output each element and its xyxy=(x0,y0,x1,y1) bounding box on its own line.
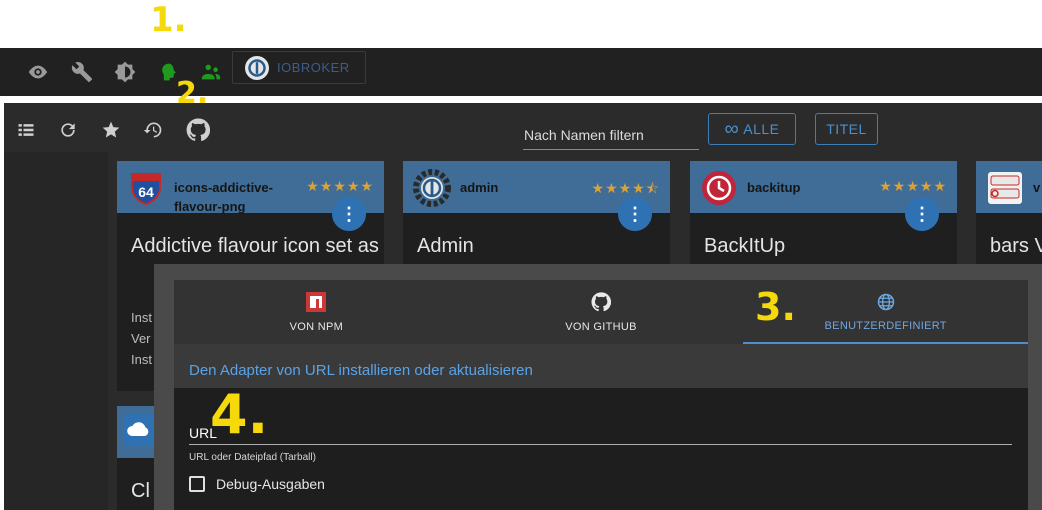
card-details: Inst Ver Inst xyxy=(131,307,152,370)
card-title: Addictive flavour icon set as xyxy=(131,235,379,257)
card-adapter-name: admin xyxy=(460,180,499,195)
card-detail-line: Inst xyxy=(131,310,152,325)
tab-npm[interactable]: VON NPM xyxy=(174,280,459,344)
top-toolbar xyxy=(0,48,1042,96)
svg-text:64: 64 xyxy=(138,184,154,200)
update-icon[interactable] xyxy=(141,118,165,142)
card-title: BackItUp xyxy=(704,235,786,257)
adapter-card-partial[interactable]: Cl xyxy=(117,406,157,510)
tab-custom-label: BENUTZERDEFINIERT xyxy=(824,319,947,332)
card-title: Cl xyxy=(131,480,150,502)
dialog-heading-bar: Den Adapter von URL installieren oder ak… xyxy=(174,344,1028,388)
annotation-1: 1. xyxy=(150,0,187,40)
card-menu-button[interactable]: ⋮ xyxy=(332,197,366,231)
annotation-4: 4. xyxy=(210,383,269,446)
install-tabs: VON NPM VON GITHUB BENUTZERDEFINIERT xyxy=(174,280,1028,344)
card-rating: ★★★★★ xyxy=(879,178,947,194)
dialog-heading: Den Adapter von URL installieren oder ak… xyxy=(189,362,533,379)
debug-checkbox[interactable] xyxy=(189,476,205,492)
star-icon[interactable] xyxy=(99,118,123,142)
card-title: Admin xyxy=(417,235,474,257)
backup-clock-icon xyxy=(702,171,736,205)
card-detail-line: Inst xyxy=(131,352,152,367)
card-adapter-name: icons-addictive-flavour-png xyxy=(174,180,273,214)
wrench-icon[interactable] xyxy=(68,58,96,86)
card-title: bars V xyxy=(990,235,1042,257)
debug-output-option[interactable]: Debug-Ausgaben xyxy=(189,476,325,492)
globe-icon xyxy=(877,293,894,310)
github-icon[interactable] xyxy=(186,118,210,142)
card-adapter-name: v xyxy=(1033,180,1041,195)
title-button-label: TITEL xyxy=(826,121,867,137)
iobroker-logo-icon xyxy=(245,55,269,80)
url-helper-text: URL oder Dateipfad (Tarball) xyxy=(189,452,316,463)
install-dialog: VON NPM VON GITHUB BENUTZERDEFINIERT Den… xyxy=(174,280,1028,510)
name-filter-input[interactable]: Nach Namen filtern xyxy=(523,120,699,150)
iobroker-label: IOBROKER xyxy=(277,60,350,75)
npm-icon xyxy=(306,291,327,312)
refresh-icon[interactable] xyxy=(56,118,80,142)
annotation-3: 3. xyxy=(755,285,796,329)
card-rating: ★★★★★ xyxy=(306,178,374,194)
tab-npm-label: VON NPM xyxy=(289,320,344,333)
widgets-icon xyxy=(988,172,1022,204)
github-icon xyxy=(591,291,611,311)
screenshot: 1. IOBROKER 2. Nach Namen filtern ∞ ALLE… xyxy=(0,0,1042,510)
sidebar-strip xyxy=(4,152,108,510)
tab-github-label: VON GITHUB xyxy=(565,320,637,333)
interstate-64-icon: 64 xyxy=(131,173,161,205)
all-button[interactable]: ∞ ALLE xyxy=(708,113,796,145)
card-adapter-name: backitup xyxy=(747,180,801,195)
cloud-icon xyxy=(123,414,155,446)
url-input[interactable]: URL xyxy=(189,417,1012,445)
url-form: URL URL oder Dateipfad (Tarball) Debug-A… xyxy=(174,388,1028,510)
card-menu-button[interactable]: ⋮ xyxy=(905,197,939,231)
brightness-icon[interactable] xyxy=(111,58,139,86)
dialog-body: Den Adapter von URL installieren oder ak… xyxy=(174,344,1028,510)
infinity-icon: ∞ xyxy=(724,118,740,140)
iobroker-button[interactable]: IOBROKER xyxy=(232,51,366,84)
debug-label: Debug-Ausgaben xyxy=(216,476,325,492)
card-detail-line: Ver xyxy=(131,331,151,346)
all-button-label: ALLE xyxy=(743,121,780,137)
admin-gear-icon xyxy=(413,169,451,207)
list-icon[interactable] xyxy=(14,118,38,142)
card-header xyxy=(117,406,157,458)
card-menu-button[interactable]: ⋮ xyxy=(618,197,652,231)
eye-icon[interactable] xyxy=(24,58,52,86)
title-button[interactable]: TITEL xyxy=(815,113,878,145)
tab-github[interactable]: VON GITHUB xyxy=(459,280,744,344)
